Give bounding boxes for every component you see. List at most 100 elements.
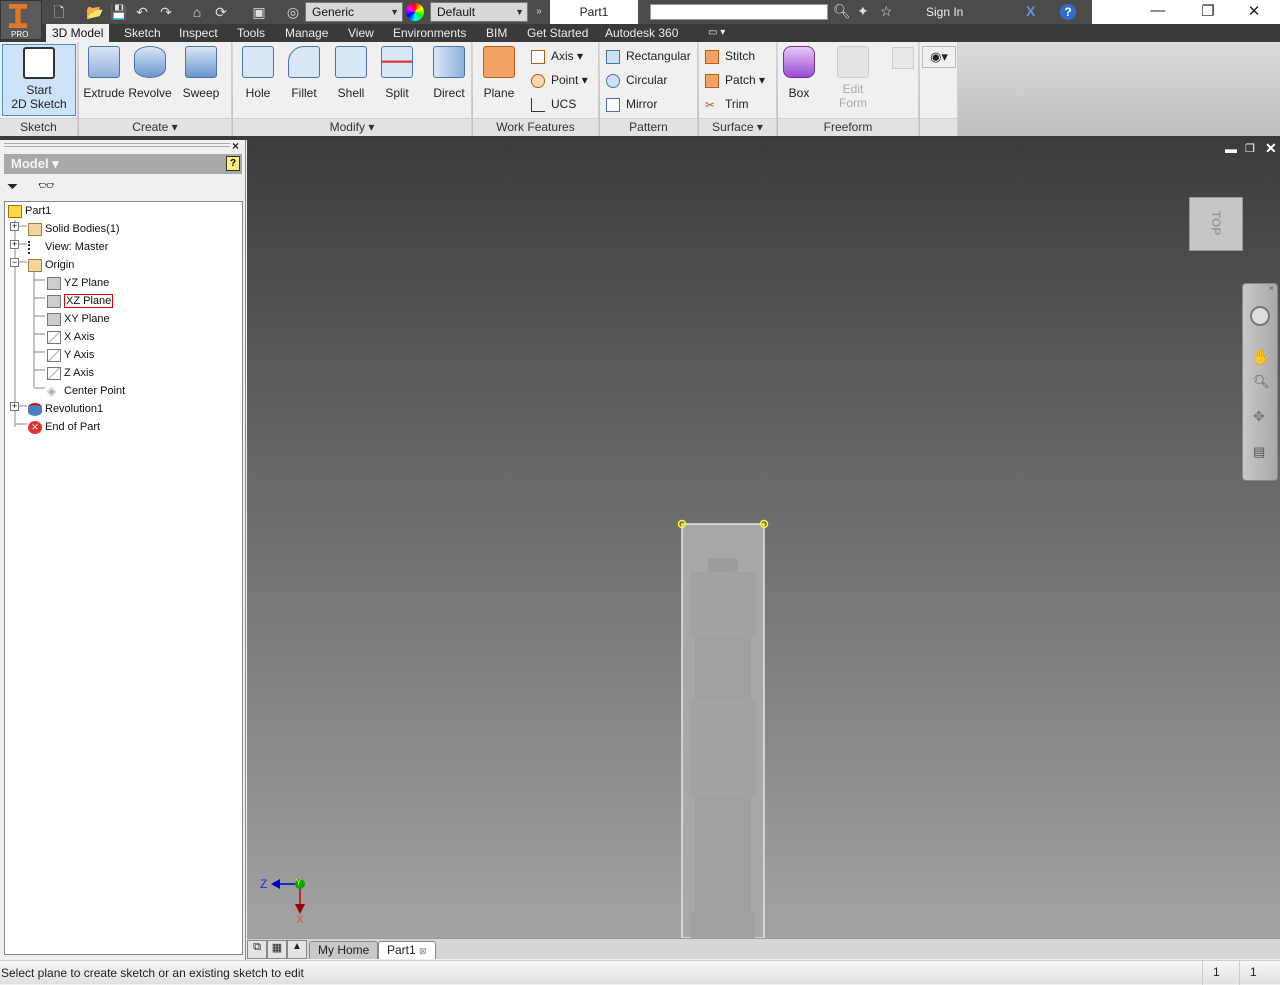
- circular-pattern-button[interactable]: Circular: [606, 69, 667, 91]
- new-icon[interactable]: 🗋: [50, 3, 68, 21]
- tree-item-part1[interactable]: Part1: [8, 202, 51, 220]
- start-label: Start: [26, 83, 52, 97]
- extrude-button[interactable]: Extrude: [83, 44, 125, 116]
- minimize-button[interactable]: —: [1138, 2, 1178, 19]
- 2d-sketch-label: 2D Sketch: [11, 97, 67, 111]
- convert-icon[interactable]: [892, 47, 914, 69]
- select-icon[interactable]: ▣: [250, 3, 268, 21]
- pan-icon[interactable]: ✋: [1252, 348, 1271, 366]
- save-icon[interactable]: 💾: [110, 3, 128, 21]
- exchange-icon[interactable]: X: [1026, 3, 1035, 19]
- home-icon[interactable]: ⌂: [188, 3, 206, 21]
- help-search-input[interactable]: [650, 4, 828, 20]
- ucs-button[interactable]: UCS: [531, 93, 576, 115]
- direct-button[interactable]: Direct: [429, 44, 469, 116]
- subscription-icon[interactable]: ✦: [857, 3, 869, 20]
- viewcube[interactable]: TOP: [1189, 197, 1243, 251]
- mirror-button[interactable]: Mirror: [606, 93, 657, 115]
- point-button[interactable]: Point ▾: [531, 69, 588, 91]
- trim-button[interactable]: ✂ Trim: [705, 93, 749, 115]
- panel-label-modify[interactable]: Modify ▾: [233, 118, 471, 136]
- tab-bim[interactable]: BIM: [480, 24, 513, 42]
- undo-icon[interactable]: ↶: [133, 3, 151, 21]
- panel-label-create[interactable]: Create ▾: [79, 118, 231, 136]
- sweep-button[interactable]: Sweep: [179, 44, 223, 116]
- revolve-button[interactable]: Revolve: [127, 44, 173, 116]
- collapse-origin[interactable]: −: [10, 258, 19, 267]
- tab-view[interactable]: View: [342, 24, 380, 42]
- stitch-button[interactable]: Stitch: [705, 45, 755, 67]
- expand-revolution[interactable]: +: [10, 402, 19, 411]
- search-icon[interactable]: 🔍︎: [833, 3, 851, 20]
- close-navbar-icon[interactable]: ×: [1269, 284, 1274, 293]
- restore-button[interactable]: ❐: [1188, 2, 1228, 20]
- cascade-icon[interactable]: ⧉: [247, 940, 267, 959]
- shell-button[interactable]: Shell: [332, 44, 370, 116]
- model-browser-header[interactable]: Model ▾ ?: [4, 154, 242, 174]
- fillet-button[interactable]: Fillet: [285, 44, 323, 116]
- tree-item-origin[interactable]: Origin: [28, 256, 74, 274]
- close-browser-icon[interactable]: ×: [232, 139, 239, 153]
- tree-item-view-master[interactable]: View: Master: [28, 238, 108, 256]
- rectangular-pattern-button[interactable]: Rectangular: [606, 45, 691, 67]
- close-button[interactable]: ✕: [1234, 2, 1274, 20]
- tab-manage[interactable]: Manage: [279, 24, 334, 42]
- tree-item-xz-plane[interactable]: XZ Plane: [47, 292, 114, 310]
- orbit-icon[interactable]: ✥: [1253, 408, 1265, 425]
- graphics-viewport[interactable]: ▬ ❐ ✕ Z Y X: [247, 140, 1280, 938]
- close-tab-icon[interactable]: ⊠: [419, 946, 427, 956]
- tab-part1[interactable]: Part1 ⊠: [378, 941, 436, 959]
- hole-button[interactable]: Hole: [239, 44, 277, 116]
- look-at-icon[interactable]: ▤: [1253, 444, 1265, 460]
- sign-in-link[interactable]: Sign In: [926, 5, 963, 19]
- tree-item-revolution1[interactable]: Revolution1: [28, 400, 103, 418]
- appearance-select[interactable]: Default ▼: [430, 2, 528, 22]
- split-button[interactable]: Split: [378, 44, 416, 116]
- star-icon[interactable]: ☆: [880, 3, 893, 20]
- tree-item-z-axis[interactable]: Z Axis: [47, 364, 94, 382]
- box-button[interactable]: Box: [780, 44, 818, 116]
- tab-inspect[interactable]: Inspect: [173, 24, 224, 42]
- zoom-icon[interactable]: 🔍︎: [1253, 374, 1270, 390]
- tab-get-started[interactable]: Get Started: [521, 24, 594, 42]
- tab-tools[interactable]: Tools: [231, 24, 271, 42]
- tile-icon[interactable]: ▦: [267, 940, 287, 959]
- tree-item-solid-bodies[interactable]: Solid Bodies(1): [28, 220, 120, 238]
- expand-view[interactable]: +: [10, 240, 19, 249]
- tab-environments[interactable]: Environments: [387, 24, 472, 42]
- more-icon[interactable]: »: [530, 3, 548, 21]
- help-icon[interactable]: ?: [226, 156, 240, 171]
- panel-label-surface[interactable]: Surface ▾: [699, 118, 776, 136]
- open-icon[interactable]: 📂: [86, 3, 104, 21]
- binoculars-icon[interactable]: 👓︎: [38, 178, 55, 194]
- tree-item-end-of-part[interactable]: ✕ End of Part: [28, 418, 100, 436]
- tab-3d-model[interactable]: 3D Model: [46, 24, 110, 42]
- tab-sketch[interactable]: Sketch: [118, 24, 167, 42]
- tab-my-home[interactable]: My Home: [309, 941, 379, 959]
- steering-wheel-icon[interactable]: [1250, 306, 1270, 326]
- x-arrow: [295, 904, 305, 914]
- start-2d-sketch-button[interactable]: Start 2D Sketch: [2, 44, 76, 116]
- panel-options-button[interactable]: ◉▾: [922, 46, 956, 68]
- tab-autodesk-360[interactable]: Autodesk 360: [599, 24, 684, 42]
- document-menu-icon[interactable]: ▲: [287, 940, 307, 959]
- patch-button[interactable]: Patch ▾: [705, 69, 765, 91]
- help-icon[interactable]: ?: [1060, 4, 1076, 20]
- update-icon[interactable]: ⟳: [212, 3, 230, 21]
- edit-form-button[interactable]: Edit Form: [830, 44, 876, 116]
- tree-item-x-axis[interactable]: X Axis: [47, 328, 95, 346]
- filter-icon[interactable]: ⏷: [7, 178, 18, 195]
- expand-solid-bodies[interactable]: +: [10, 222, 19, 231]
- panel-toggle-icon[interactable]: ▭ ▾: [702, 24, 731, 42]
- material-select[interactable]: Generic ▼: [305, 2, 403, 22]
- axis-button[interactable]: Axis ▾: [531, 45, 583, 67]
- application-menu-button[interactable]: PRO: [0, 0, 42, 40]
- redo-icon[interactable]: ↷: [157, 3, 175, 21]
- tree-item-xy-plane[interactable]: XY Plane: [47, 310, 110, 328]
- plane-button[interactable]: Plane: [479, 44, 519, 116]
- tree-item-yz-plane[interactable]: YZ Plane: [47, 274, 109, 292]
- document-title: Part1: [550, 0, 638, 24]
- browser-grip[interactable]: [4, 143, 230, 147]
- tree-item-center-point[interactable]: ◈ Center Point: [47, 382, 125, 400]
- tree-item-y-axis[interactable]: Y Axis: [47, 346, 94, 364]
